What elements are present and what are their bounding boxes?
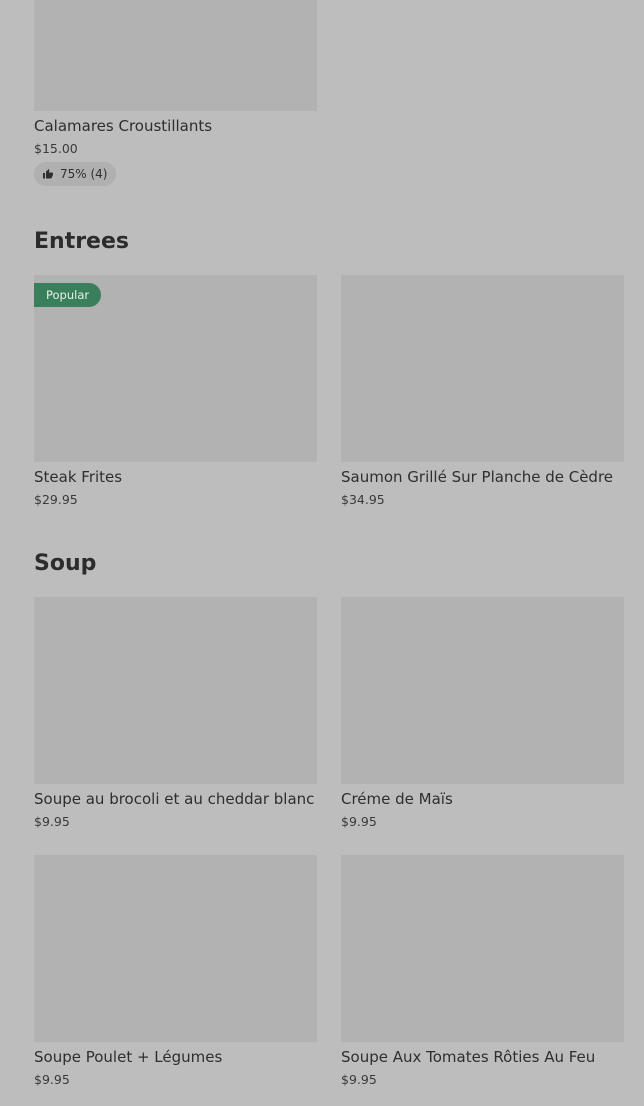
menu-item-card[interactable]: Calamares Croustillants $15.00 75% (4) [34,0,317,186]
menu-item-card[interactable]: Soupe Poulet + Légumes $9.95 [34,855,317,1087]
menu-item-image [34,597,317,784]
menu-item-price: $9.95 [34,1072,70,1087]
menu-item-card[interactable]: Créme de Maïs $9.95 [341,597,624,829]
menu-item-name: Saumon Grillé Sur Planche de Cèdre [341,468,614,486]
menu-item-card[interactable]: Soupe au brocoli et au cheddar blanc $9.… [34,597,317,829]
menu-item-image: Popular [34,275,317,462]
menu-item-image [34,0,317,111]
menu-item-price: $15.00 [34,141,78,156]
menu-item-card[interactable]: Saumon Grillé Sur Planche de Cèdre $34.9… [341,275,624,507]
menu-item-name: Créme de Maïs [341,790,453,808]
menu-item-image [341,597,624,784]
menu-item-name: Steak Frites [34,468,123,486]
thumbs-up-icon [42,168,54,180]
section-title-soup: Soup [34,551,97,576]
section-title-entrees: Entrees [34,229,129,254]
menu-item-card[interactable]: Popular Steak Frites $29.95 [34,275,317,507]
menu-item-name: Calamares Croustillants [34,117,213,135]
menu-item-price: $9.95 [341,1072,377,1087]
menu-item-name: Soupe Poulet + Légumes [34,1048,223,1066]
menu-item-image [34,855,317,1042]
menu-item-name: Soupe Aux Tomates Rôties Au Feu [341,1048,596,1066]
menu-item-image [341,855,624,1042]
rating-badge: 75% (4) [34,162,117,186]
menu-item-name: Soupe au brocoli et au cheddar blanc [34,790,315,808]
menu-page: Calamares Croustillants $15.00 75% (4) E… [0,0,644,1106]
menu-item-price: $9.95 [34,814,70,829]
rating-text: 75% (4) [60,167,108,181]
menu-item-card[interactable]: Soupe Aux Tomates Rôties Au Feu $9.95 [341,855,624,1087]
menu-item-price: $9.95 [341,814,377,829]
menu-item-image [341,275,624,462]
menu-item-price: $34.95 [341,492,385,507]
popular-badge: Popular [34,283,102,307]
menu-item-price: $29.95 [34,492,78,507]
